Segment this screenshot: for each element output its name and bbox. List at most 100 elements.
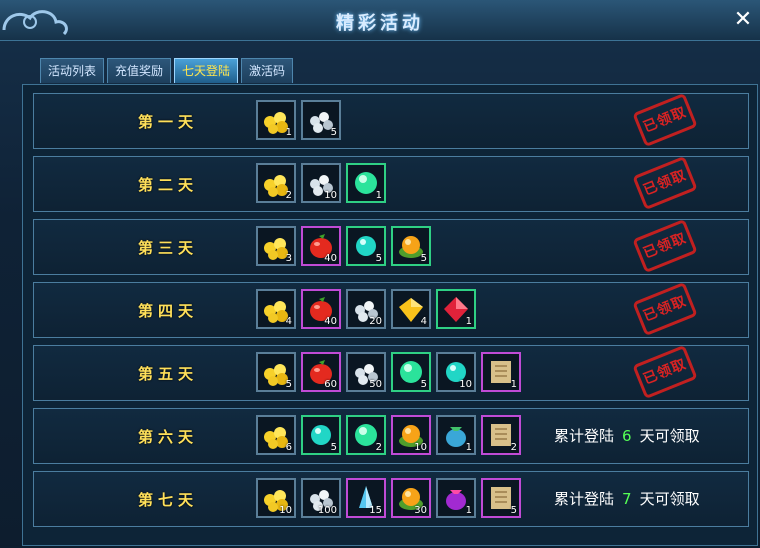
item-count: 5 [285,379,292,390]
reward-item[interactable]: 10 [436,352,476,392]
item-count: 40 [324,316,337,327]
tab-activation-code[interactable]: 激活码 [241,58,294,83]
reward-item[interactable]: 1 [436,478,476,518]
reward-item[interactable]: 2 [346,415,386,455]
day-label: 第六天 [137,428,198,446]
claim-status: 累计登陆 7 天可领取 [554,488,700,509]
reward-item[interactable]: 10 [256,478,296,518]
item-count: 4 [420,316,427,327]
item-count: 20 [369,316,382,327]
claimed-stamp: 已领取 [632,155,698,211]
day-row: 第一天 1 5 已领取 [33,92,749,149]
status-prefix: 累计登陆 [554,490,615,508]
close-icon[interactable]: ✕ [732,9,754,32]
item-count: 1 [510,379,517,390]
reward-items: 3 40 5 5 [256,226,431,266]
reward-item[interactable]: 40 [301,289,341,329]
reward-item[interactable]: 6 [256,415,296,455]
reward-item[interactable]: 5 [301,100,341,140]
reward-item[interactable]: 5 [391,226,431,266]
claimed-stamp: 已领取 [632,92,698,148]
day-row: 第四天 4 40 20 4 1 已领取 [33,281,749,338]
item-count: 5 [420,253,427,264]
tab-activity-list[interactable]: 活动列表 [40,58,105,83]
reward-item[interactable]: 2 [256,163,296,203]
day-row: 第三天 3 40 5 5 已领取 [33,218,749,275]
day-label: 第三天 [137,239,198,257]
reward-item[interactable]: 5 [481,478,521,518]
item-count: 60 [324,379,337,390]
reward-items: 15 [256,100,341,140]
item-count: 10 [279,505,292,516]
rewards-panel: 第一天 1 5 已领取 第二天 2 10 1 已领取 第三天 3 40 5 5 已领取 第四天 4 40 20 4 1 已… [22,84,758,546]
item-count: 2 [510,442,517,453]
reward-item[interactable]: 4 [391,289,431,329]
item-count: 4 [285,316,292,327]
claimed-stamp: 已领取 [632,344,698,400]
event-window: 精彩活动 ✕ 活动列表 充值奖励 七天登陆 激活码 第一天 1 5 已领取 第二天 2 10… [0,0,760,548]
claimed-stamp: 已领取 [632,281,698,337]
day-label: 第四天 [137,302,198,320]
window-title: 精彩活动 [336,13,424,34]
day-row: 第五天 5 60 50 5 10 1 已领取 [33,344,749,401]
item-count: 5 [510,505,517,516]
reward-item[interactable]: 1 [346,163,386,203]
reward-item[interactable]: 10 [391,415,431,455]
reward-item[interactable]: 2 [481,415,521,455]
reward-item[interactable]: 1 [256,100,296,140]
reward-item[interactable]: 15 [346,478,386,518]
reward-item[interactable]: 40 [301,226,341,266]
reward-item[interactable]: 3 [256,226,296,266]
item-count: 5 [330,442,337,453]
item-count: 5 [330,127,337,138]
status-day-number: 7 [622,490,632,508]
day-row: 第七天 10 100 15 30 1 5 累计登陆 7 天可领取 [33,471,749,527]
reward-item[interactable]: 5 [346,226,386,266]
reward-items: 10 100 15 30 1 5 [256,478,521,518]
reward-items: 5 60 50 5 10 1 [256,352,521,392]
reward-item[interactable]: 1 [436,289,476,329]
item-count: 40 [324,253,337,264]
item-count: 15 [369,505,382,516]
reward-item[interactable]: 60 [301,352,341,392]
tab-seven-day-login[interactable]: 七天登陆 [174,58,239,83]
reward-item[interactable]: 5 [256,352,296,392]
item-count: 2 [375,442,382,453]
item-count: 1 [465,442,472,453]
item-count: 10 [324,190,337,201]
item-count: 6 [285,442,292,453]
claimed-stamp: 已领取 [632,218,698,274]
item-count: 1 [375,190,382,201]
day-label: 第五天 [137,365,198,383]
item-count: 3 [285,253,292,264]
claim-status: 累计登陆 6 天可领取 [554,425,700,446]
reward-item[interactable]: 20 [346,289,386,329]
reward-item[interactable]: 1 [436,415,476,455]
day-row: 第二天 2 10 1 已领取 [33,155,749,212]
reward-item[interactable]: 5 [301,415,341,455]
status-suffix: 天可领取 [639,427,700,445]
item-count: 10 [459,379,472,390]
reward-item[interactable]: 10 [301,163,341,203]
status-suffix: 天可领取 [639,490,700,508]
item-count: 10 [414,442,427,453]
reward-item[interactable]: 5 [391,352,431,392]
status-prefix: 累计登陆 [554,427,615,445]
title-bar[interactable]: 精彩活动 ✕ [0,0,760,41]
item-count: 2 [285,190,292,201]
reward-items: 2 10 1 [256,163,386,203]
day-label: 第一天 [137,113,198,131]
reward-item[interactable]: 50 [346,352,386,392]
reward-items: 4 40 20 4 1 [256,289,476,329]
item-count: 1 [285,127,292,138]
day-label: 第七天 [137,491,198,509]
item-count: 50 [369,379,382,390]
reward-item[interactable]: 1 [481,352,521,392]
reward-item[interactable]: 100 [301,478,341,518]
reward-item[interactable]: 4 [256,289,296,329]
tab-recharge-rewards[interactable]: 充值奖励 [107,58,172,83]
item-count: 1 [465,505,472,516]
reward-item[interactable]: 30 [391,478,431,518]
status-day-number: 6 [622,427,632,445]
item-count: 1 [465,316,472,327]
